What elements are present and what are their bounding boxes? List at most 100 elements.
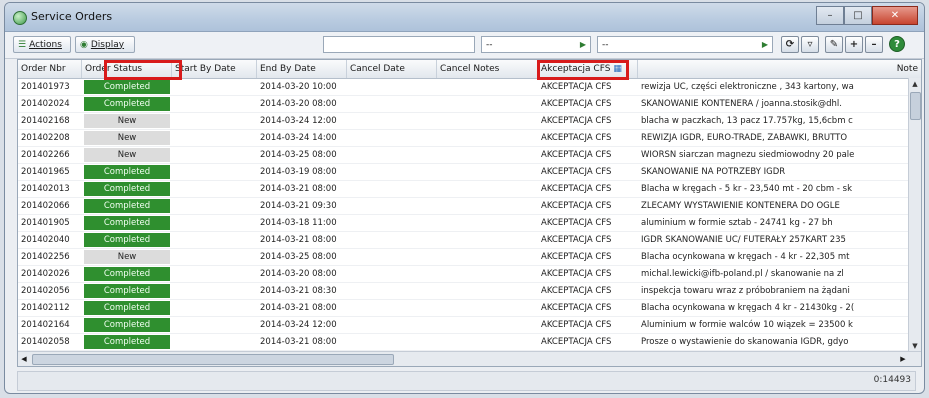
cell-order-status: Completed	[82, 79, 172, 95]
table-row[interactable]: 201402208 New 2014-03-24 14:00 AKCEPTACJA C…	[18, 130, 921, 147]
go-arrow-icon[interactable]: ▶	[580, 40, 586, 49]
cell-order-status: Completed	[82, 266, 172, 282]
cell-note: SKANOWANIE NA POTRZEBY IGDR	[641, 167, 786, 177]
table-row[interactable]: 201402013 Completed 2014-03-21 08:00 AKCEPT…	[18, 181, 921, 198]
cell-cancel-notes	[437, 96, 538, 112]
table-row[interactable]: 201401973 Completed 2014-03-20 10:00 AKCEPT…	[18, 79, 921, 96]
cell-cancel-date	[347, 334, 437, 350]
maximize-button[interactable]: □	[844, 6, 872, 25]
search-input[interactable]	[323, 36, 475, 53]
table-row[interactable]: 201401905 Completed 2014-03-18 11:00 AKCEPT…	[18, 215, 921, 232]
status-badge: Completed	[84, 216, 170, 230]
filter-select-2[interactable]: -- ▶	[597, 36, 773, 53]
column-header-cancel-notes[interactable]: Cancel Notes	[437, 60, 538, 78]
cell-cancel-date	[347, 215, 437, 231]
filter-select-1[interactable]: -- ▶	[481, 36, 591, 53]
cell-akceptacja-cfs: AKCEPTACJA CFS	[541, 82, 612, 92]
cell-akceptacja-cfs: AKCEPTACJA CFS	[541, 133, 612, 143]
edit-icon[interactable]: ✎	[825, 36, 843, 53]
cell-start-by-date	[172, 334, 257, 350]
cell-order-nbr: 201402040	[21, 235, 70, 245]
minimize-button[interactable]: –	[816, 6, 844, 25]
table-row[interactable]: 201402026 Completed 2014-03-20 08:00 AKCEPT…	[18, 266, 921, 283]
filter-icon[interactable]: ▿	[801, 36, 819, 53]
column-header-start-by-date[interactable]: Start By Date	[172, 60, 257, 78]
cell-note: Blacha ocynkowana w kręgach 4 kr - 21430…	[641, 303, 855, 313]
cell-start-by-date	[172, 198, 257, 214]
horizontal-scrollbar[interactable]: ◀ ▶	[18, 351, 921, 366]
close-button[interactable]: ✕	[872, 6, 918, 25]
cell-akceptacja-cfs: AKCEPTACJA CFS	[541, 320, 612, 330]
table-row[interactable]: 201401965 Completed 2014-03-19 08:00 AKCEPT…	[18, 164, 921, 181]
display-button[interactable]: ◉ Display	[75, 36, 135, 53]
cell-order-nbr: 201402013	[21, 184, 70, 194]
cell-order-nbr: 201402208	[21, 133, 70, 143]
add-icon[interactable]: +	[845, 36, 863, 53]
cell-note: Blacha ocynkowana w kręgach - 4 kr - 22,…	[641, 252, 850, 262]
status-badge: Completed	[84, 318, 170, 332]
table-row[interactable]: 201402256 New 2014-03-25 08:00 AKCEPTACJA C…	[18, 249, 921, 266]
cell-cancel-notes	[437, 113, 538, 129]
table-row[interactable]: 201402024 Completed 2014-03-20 08:00 AKCEPT…	[18, 96, 921, 113]
display-icon: ◉	[80, 39, 88, 50]
table-row[interactable]: 201402266 New 2014-03-25 08:00 AKCEPTACJA C…	[18, 147, 921, 164]
column-header-cancel-date[interactable]: Cancel Date	[347, 60, 437, 78]
column-header-end-by-date[interactable]: End By Date	[257, 60, 347, 78]
column-header-akceptacja-cfs[interactable]: Akceptacja CFS ▦	[538, 60, 638, 78]
table-row[interactable]: 201402040 Completed 2014-03-21 08:00 AKCEPT…	[18, 232, 921, 249]
display-label: Display	[90, 39, 125, 50]
vertical-scroll-thumb[interactable]	[910, 92, 921, 120]
status-badge: New	[84, 250, 170, 264]
table-row[interactable]: 201402056 Completed 2014-03-21 08:30 AKCEPT…	[18, 283, 921, 300]
cell-cancel-notes	[437, 300, 538, 316]
cell-note: Blacha w kręgach - 5 kr - 23,540 mt - 20…	[641, 184, 853, 194]
horizontal-scroll-thumb[interactable]	[32, 354, 394, 365]
status-badge: Completed	[84, 335, 170, 349]
scroll-right-icon[interactable]: ▶	[897, 353, 909, 365]
table-row[interactable]: 201402058 Completed 2014-03-21 08:00 AKCEPT…	[18, 334, 921, 351]
refresh-icon[interactable]: ⟳	[781, 36, 799, 53]
scroll-up-icon[interactable]: ▲	[909, 78, 921, 90]
window-controls: – □ ✕	[816, 6, 918, 25]
title-bar: Service Orders – □ ✕	[5, 3, 924, 32]
column-header-note[interactable]: Note	[638, 60, 921, 78]
actions-button[interactable]: ☰ Actions	[13, 36, 71, 53]
table-row[interactable]: 201402112 Completed 2014-03-21 08:00 AKCEPT…	[18, 300, 921, 317]
column-header-order-status[interactable]: Order Status	[82, 60, 172, 78]
status-badge: Completed	[84, 301, 170, 315]
table-row[interactable]: 201402164 Completed 2014-03-24 12:00 AKCEPT…	[18, 317, 921, 334]
cell-note: ZLECAMY WYSTAWIENIE KONTENERA DO OGLE	[641, 201, 840, 211]
cell-order-status: Completed	[82, 334, 172, 350]
cell-order-status: Completed	[82, 96, 172, 112]
table-row[interactable]: 201402066 Completed 2014-03-21 09:30 AKCEPT…	[18, 198, 921, 215]
column-header-order-nbr[interactable]: Order Nbr	[18, 60, 82, 78]
cell-note: WIORSN siarczan magnezu siedmiowodny 20 …	[641, 150, 855, 160]
cell-end-by-date: 2014-03-21 09:30	[260, 201, 337, 211]
cell-note: IGDR SKANOWANIE UC/ FUTERAŁY 257KART 235	[641, 235, 846, 245]
table-row[interactable]: 201402168 New 2014-03-24 12:00 AKCEPTACJA C…	[18, 113, 921, 130]
help-icon[interactable]: ?	[889, 36, 905, 52]
cell-order-nbr: 201402026	[21, 269, 70, 279]
cell-akceptacja-cfs: AKCEPTACJA CFS	[541, 116, 612, 126]
cell-note: Prosze o wystawienie do skanowania IGDR,…	[641, 337, 849, 347]
grid-header: Order Nbr Order Status Start By Date End…	[18, 60, 921, 80]
scroll-left-icon[interactable]: ◀	[18, 353, 30, 365]
status-badge: Completed	[84, 284, 170, 298]
remove-icon[interactable]: –	[865, 36, 883, 53]
cell-order-nbr: 201402066	[21, 201, 70, 211]
cell-start-by-date	[172, 300, 257, 316]
cell-cancel-notes	[437, 198, 538, 214]
cell-order-status: Completed	[82, 283, 172, 299]
status-badge: Completed	[84, 199, 170, 213]
cell-cancel-date	[347, 198, 437, 214]
cell-order-nbr: 201402112	[21, 303, 70, 313]
cell-order-status: Completed	[82, 198, 172, 214]
go-arrow-icon[interactable]: ▶	[762, 40, 768, 49]
cell-akceptacja-cfs: AKCEPTACJA CFS	[541, 218, 612, 228]
cell-end-by-date: 2014-03-19 08:00	[260, 167, 337, 177]
cell-end-by-date: 2014-03-25 08:00	[260, 150, 337, 160]
vertical-scrollbar[interactable]: ▲ ▼	[908, 78, 921, 352]
cell-note: blacha w paczkach, 13 pacz 17.757kg, 15,…	[641, 116, 853, 126]
cell-start-by-date	[172, 232, 257, 248]
actions-icon: ☰	[18, 39, 27, 50]
